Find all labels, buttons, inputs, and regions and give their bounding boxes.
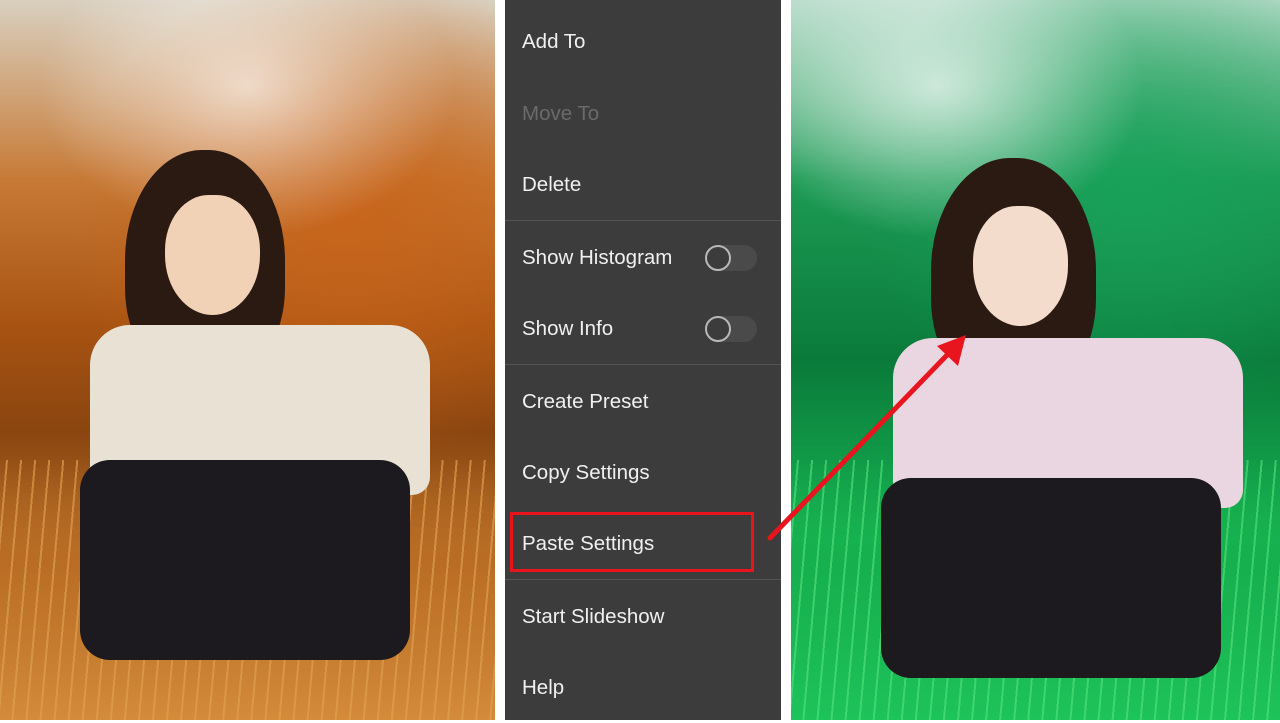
menu-divider bbox=[505, 579, 781, 580]
show-histogram-toggle[interactable] bbox=[705, 244, 757, 271]
menu-item-move-to: Move To bbox=[505, 78, 781, 149]
photo-before bbox=[0, 0, 495, 720]
person-figure bbox=[881, 158, 1251, 688]
menu-divider bbox=[505, 364, 781, 365]
menu-item-label: Create Preset bbox=[522, 389, 649, 413]
photo-after bbox=[791, 0, 1280, 720]
menu-item-show-histogram[interactable]: Show Histogram bbox=[505, 222, 781, 293]
show-info-toggle[interactable] bbox=[705, 315, 757, 342]
menu-item-copy-settings[interactable]: Copy Settings bbox=[505, 437, 781, 508]
menu-item-create-preset[interactable]: Create Preset bbox=[505, 366, 781, 437]
menu-item-paste-settings[interactable]: Paste Settings bbox=[505, 508, 781, 579]
person-figure bbox=[80, 150, 440, 670]
menu-item-label: Show Info bbox=[522, 316, 614, 340]
menu-item-label: Delete bbox=[522, 172, 582, 196]
context-menu: Add To Move To Delete Show Histogram Sho… bbox=[505, 0, 781, 720]
menu-item-delete[interactable]: Delete bbox=[505, 149, 781, 220]
toggle-knob bbox=[705, 244, 731, 271]
menu-item-label: Show Histogram bbox=[522, 245, 673, 269]
menu-item-start-slideshow[interactable]: Start Slideshow bbox=[505, 581, 781, 652]
menu-item-add-to[interactable]: Add To bbox=[505, 6, 781, 77]
menu-item-label: Start Slideshow bbox=[522, 604, 665, 628]
menu-item-show-info[interactable]: Show Info bbox=[505, 293, 781, 364]
menu-divider bbox=[505, 220, 781, 221]
menu-item-label: Copy Settings bbox=[522, 460, 650, 484]
menu-item-label: Help bbox=[522, 675, 565, 699]
toggle-knob bbox=[705, 315, 731, 342]
menu-item-label: Add To bbox=[522, 29, 586, 53]
menu-item-label: Move To bbox=[522, 101, 600, 125]
menu-item-help[interactable]: Help bbox=[505, 652, 781, 723]
menu-item-label: Paste Settings bbox=[522, 531, 655, 555]
